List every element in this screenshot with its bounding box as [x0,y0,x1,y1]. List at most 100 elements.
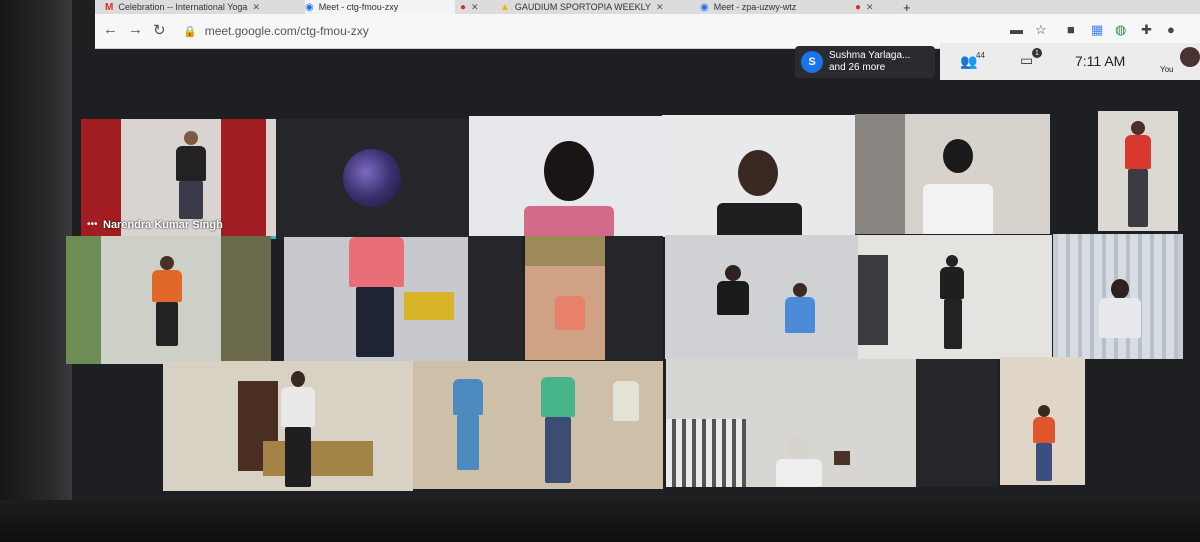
close-tab-icon[interactable]: ✕ [471,2,479,13]
person-head [738,150,778,196]
meet-grid: Narendra Kumar Singh ••• [66,49,1200,500]
door-green [66,236,101,364]
video-tile-6[interactable] [855,114,1050,234]
person-head [1131,121,1145,135]
tab-title: Meet - zpa-uzwy-wtz [713,2,797,12]
browser-tab-strip: M Celebration -- International Yoga ✕ ◉ … [95,0,1200,14]
video-tile-14[interactable] [163,361,413,491]
video-tile-13[interactable] [1053,234,1183,359]
new-tab-button[interactable]: + [903,0,923,14]
close-tab-icon[interactable]: ✕ [656,2,664,13]
person-body [1099,298,1141,338]
person-body [1033,417,1055,443]
person-body [940,267,964,299]
close-tab-icon[interactable]: ✕ [252,2,260,13]
person-body-3 [613,381,639,421]
reload-icon[interactable]: ↻ [153,21,166,39]
person-body [717,281,749,315]
door-frame [858,255,888,345]
drive-icon: ▲ [500,1,510,13]
video-tile-blank-1[interactable] [468,236,523,360]
meet-controls-bar: 👥 44 ▭ 1 7:11 AM You [940,43,1200,80]
self-avatar[interactable] [1180,47,1200,67]
person-head [943,139,973,173]
tab-title: Meet - ctg-fmou-zxy [318,2,399,12]
person-body [524,206,614,236]
person-body-2 [541,377,575,417]
person-head [291,371,305,387]
tab-gmail[interactable]: M Celebration -- International Yoga ✕ [105,0,300,14]
profile-icon[interactable]: ● [1167,22,1175,37]
participant-count: 44 [976,51,985,60]
person-head [946,255,958,267]
curtain-right [221,119,266,239]
extension-square-icon[interactable]: ■ [1067,22,1075,37]
video-tile-10[interactable] [525,236,605,360]
video-tile-blank-2[interactable] [605,236,663,360]
person-body [717,203,802,237]
video-tile-17[interactable] [1000,357,1085,485]
video-tile-8[interactable] [66,236,271,364]
audio-dots-icon: ••• [87,219,98,230]
video-tile-15[interactable] [413,361,663,489]
lock-icon: 🔒 [183,25,197,38]
avatar: S [801,51,823,73]
presentation-chip[interactable]: S Sushma Yarlaga... and 26 more [795,46,935,78]
curtain [666,419,746,487]
extension-green-icon[interactable]: ◍ [1115,22,1126,38]
people-icon[interactable]: 👥 [960,53,977,70]
url-text: meet.google.com/ctg-fmou-zxy [204,24,369,38]
video-tile-speaker[interactable]: Narendra Kumar Singh ••• [81,119,276,239]
window-valance [525,236,605,266]
video-tile-16[interactable] [666,359,916,487]
people-summary: Sushma Yarlaga... and 26 more [829,50,910,74]
meet-icon: ◉ [305,1,314,13]
people-line-1: Sushma Yarlaga... [829,50,911,61]
video-tile-5[interactable] [662,115,855,237]
camera-icon[interactable]: ▬ [1010,22,1023,37]
star-icon[interactable]: ☆ [1035,22,1047,38]
tab-recording-2[interactable]: ● ✕ [855,0,895,14]
forward-icon[interactable]: → [128,21,143,38]
person-body [555,296,585,330]
person-head [184,131,198,145]
meet-top-bar: S Sushma Yarlaga... and 26 more 👥 44 ▭ 1… [795,43,1200,80]
video-tile-4[interactable] [469,116,662,236]
record-icon: ● [855,1,862,13]
person-head [788,437,810,459]
puzzle-icon[interactable]: ✚ [1141,22,1152,38]
video-tile-11[interactable] [665,235,858,359]
person-legs [179,181,203,219]
back-icon[interactable]: ← [103,21,118,38]
person-body [152,270,182,302]
person-legs [944,299,962,349]
chat-badge: 1 [1032,48,1042,58]
person-body [281,387,315,427]
person-head [1111,279,1129,299]
extension-color-icon[interactable]: ▦ [1091,22,1103,38]
video-tile-avatar[interactable] [276,119,469,239]
person-legs [285,427,311,487]
tab-meet-ctg[interactable]: ◉ Meet - ctg-fmou-zxy [305,0,455,14]
tab-title: Celebration -- International Yoga [118,2,248,12]
video-tile-7[interactable] [1098,111,1178,231]
person-body [923,184,993,234]
tab-recording[interactable]: ● ✕ [460,0,485,14]
video-tile-12[interactable] [858,235,1052,359]
chat-icon[interactable]: ▭ [1020,52,1033,69]
video-tile-9[interactable] [284,237,468,361]
video-tile-blank-3[interactable] [916,359,998,487]
person-head [725,265,741,281]
tab-drive[interactable]: ▲ GAUDIUM SPORTOPIA WEEKLY ✕ [500,0,690,14]
person-head [160,256,174,270]
close-tab-icon[interactable]: ✕ [866,2,874,13]
address-bar[interactable]: 🔒 meet.google.com/ctg-fmou-zxy [183,19,1063,43]
clock: 7:11 AM [1075,53,1126,69]
sofa [263,441,373,476]
wall-shadow [855,114,905,234]
person-legs-2 [545,417,571,483]
record-icon: ● [460,1,467,13]
door-dark [221,236,271,364]
meet-icon: ◉ [700,1,709,13]
tab-meet-zpa[interactable]: ◉ Meet - zpa-uzwy-wtz [700,0,870,14]
